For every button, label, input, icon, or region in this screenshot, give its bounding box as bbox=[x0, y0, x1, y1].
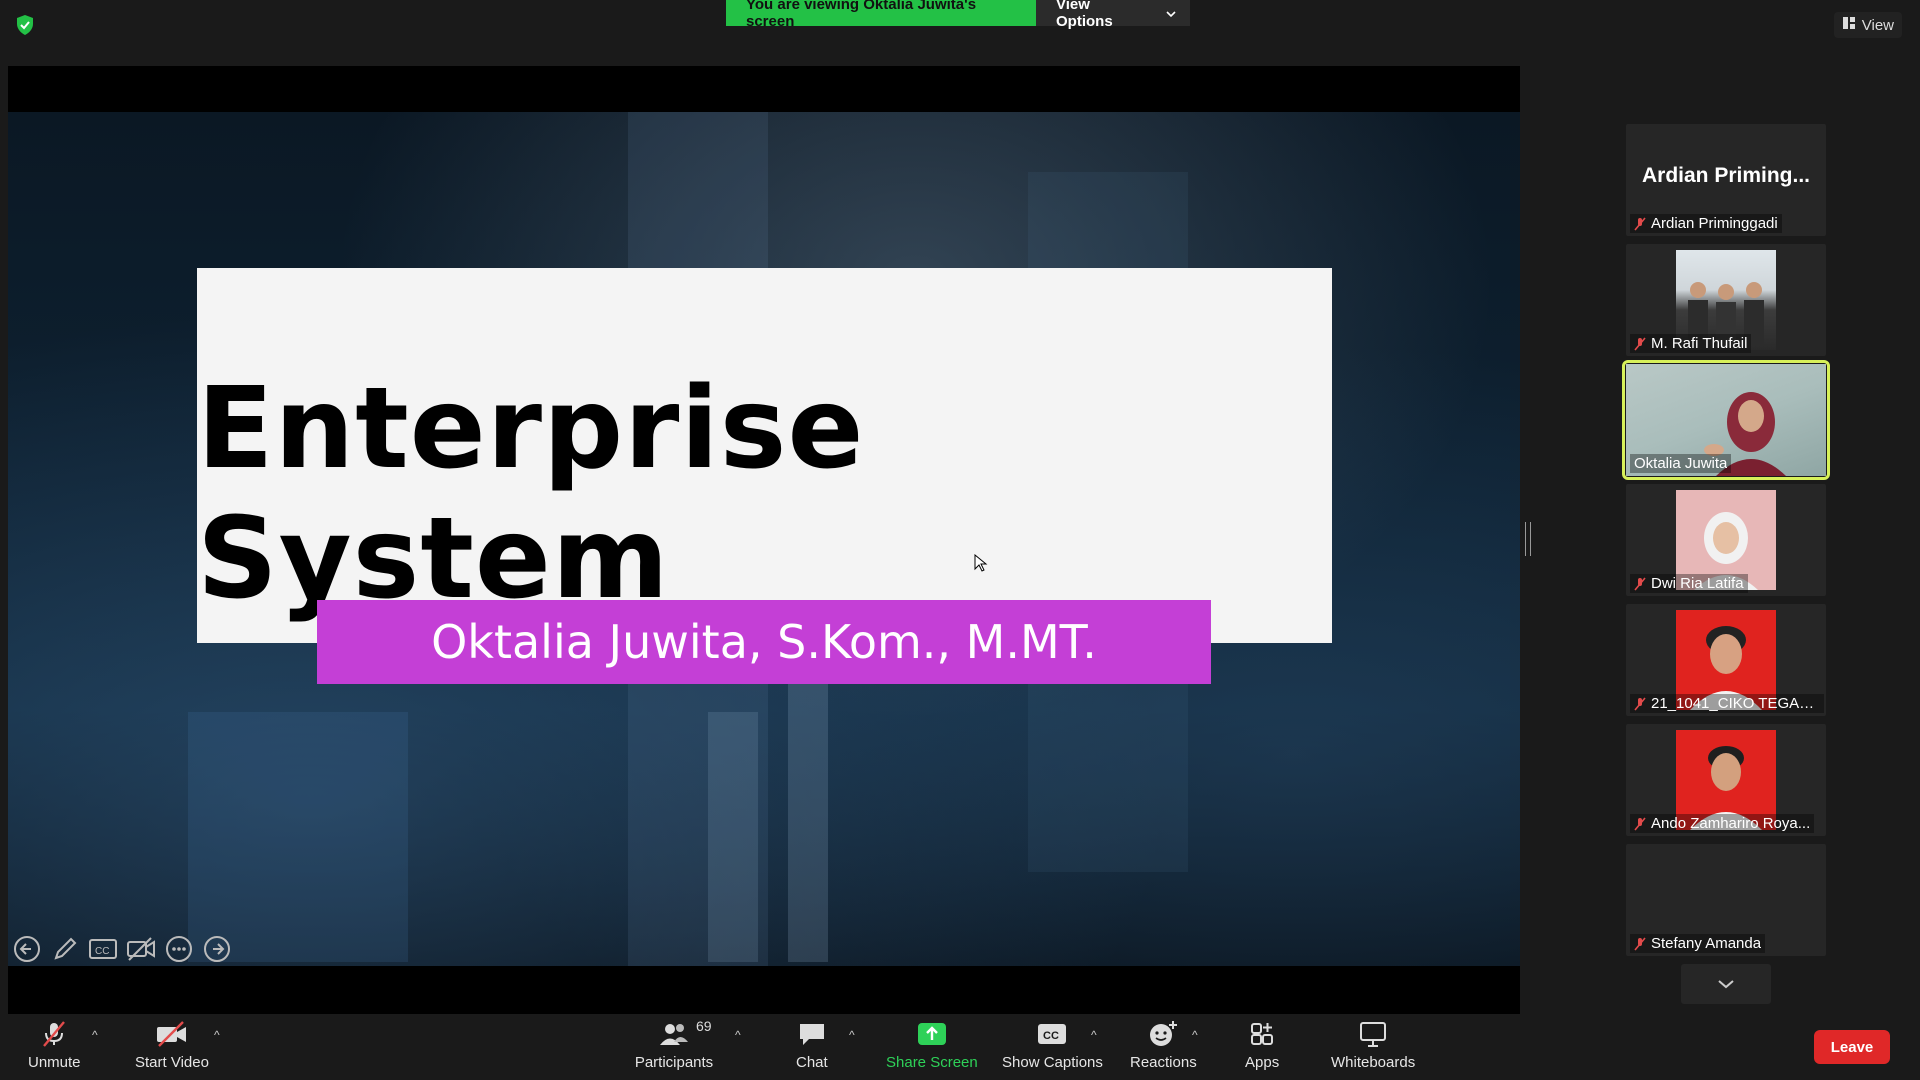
meeting-toolbar: Unmute ^ Start Video ^ 69 Participants ^… bbox=[0, 1014, 1920, 1080]
participant-name-tag: Ando Zamhariro Roya... bbox=[1630, 814, 1815, 833]
view-options-button[interactable]: View Options bbox=[1036, 0, 1190, 30]
video-off-icon bbox=[156, 1021, 186, 1047]
slide-title-card: Enterprise System bbox=[197, 268, 1332, 643]
viewing-screen-label: You are viewing Oktalia Juwita's screen bbox=[726, 0, 1036, 30]
mouse-cursor-icon bbox=[974, 553, 988, 572]
audio-options-caret-icon[interactable]: ^ bbox=[92, 1028, 98, 1042]
grid-layout-icon bbox=[1842, 16, 1856, 34]
previous-slide-icon[interactable] bbox=[12, 934, 42, 964]
participant-tile[interactable]: Dwi Ria Latifa bbox=[1626, 484, 1826, 596]
reactions-options-caret-icon[interactable]: ^ bbox=[1192, 1028, 1198, 1042]
viewing-banner: You are viewing Oktalia Juwita's screen … bbox=[726, 0, 1190, 30]
participants-label: Participants bbox=[634, 1054, 714, 1071]
apps-icon bbox=[1251, 1023, 1274, 1045]
slide-control-bar: CC bbox=[12, 934, 232, 964]
whiteboards-label: Whiteboards bbox=[1331, 1054, 1416, 1071]
show-captions-button[interactable]: CC Show Captions bbox=[1002, 1020, 1103, 1071]
share-screen-button[interactable]: Share Screen bbox=[886, 1020, 978, 1071]
participant-tile[interactable]: 21_1041_CIKO TEGAR ... bbox=[1626, 604, 1826, 716]
apps-button[interactable]: Apps bbox=[1245, 1020, 1279, 1071]
participant-name-tag: Ardian Priminggadi bbox=[1630, 214, 1782, 233]
participants-count: 69 bbox=[696, 1018, 712, 1034]
participant-tile[interactable]: Ardian Priming... Ardian Priminggadi bbox=[1626, 124, 1826, 236]
chevron-down-icon bbox=[1166, 5, 1176, 22]
view-options-label: View Options bbox=[1056, 0, 1113, 30]
start-video-button[interactable]: Start Video bbox=[135, 1020, 209, 1071]
subtitles-icon[interactable]: CC bbox=[88, 934, 118, 964]
mic-off-icon bbox=[43, 1021, 66, 1047]
participant-gallery: Ardian Priming... Ardian Priminggadi M. … bbox=[1622, 124, 1830, 1004]
apps-label: Apps bbox=[1245, 1054, 1280, 1071]
participant-name-tag: M. Rafi Thufail bbox=[1630, 334, 1752, 353]
participant-name-tag: 21_1041_CIKO TEGAR ... bbox=[1630, 694, 1824, 713]
view-layout-button[interactable]: View bbox=[1833, 12, 1902, 38]
leave-meeting-button[interactable]: Leave bbox=[1814, 1030, 1890, 1064]
participant-tile[interactable]: M. Rafi Thufail bbox=[1626, 244, 1826, 356]
participants-icon bbox=[660, 1024, 688, 1045]
pen-icon[interactable] bbox=[50, 934, 80, 964]
share-screen-icon bbox=[917, 1023, 946, 1045]
slide-subtitle-bar: Oktalia Juwita, S.Kom., M.MT. bbox=[317, 600, 1211, 684]
reactions-button[interactable]: Reactions bbox=[1130, 1020, 1197, 1071]
participant-tile-active-speaker[interactable]: Oktalia Juwita bbox=[1622, 360, 1830, 480]
captions-icon: CC bbox=[1038, 1024, 1067, 1044]
participants-options-caret-icon[interactable]: ^ bbox=[735, 1028, 741, 1042]
next-slide-icon[interactable] bbox=[202, 934, 232, 964]
whiteboards-button[interactable]: Whiteboards bbox=[1331, 1020, 1415, 1071]
participant-name-tag: Oktalia Juwita bbox=[1630, 454, 1732, 473]
reactions-label: Reactions bbox=[1130, 1054, 1197, 1071]
slide-subtitle: Oktalia Juwita, S.Kom., M.MT. bbox=[431, 615, 1097, 669]
participant-tile[interactable]: Stefany Amanda bbox=[1626, 844, 1826, 956]
show-captions-label: Show Captions bbox=[1002, 1054, 1103, 1071]
participants-button[interactable]: 69 Participants bbox=[634, 1018, 714, 1071]
camera-off-icon[interactable] bbox=[126, 934, 156, 964]
start-video-label: Start Video bbox=[135, 1054, 209, 1071]
participant-display-name: Ardian Priming... bbox=[1641, 164, 1811, 187]
reactions-icon bbox=[1150, 1021, 1178, 1046]
captions-options-caret-icon[interactable]: ^ bbox=[1091, 1028, 1097, 1042]
mic-off-icon bbox=[1634, 576, 1646, 591]
svg-text:CC: CC bbox=[95, 946, 109, 957]
share-screen-label: Share Screen bbox=[886, 1054, 978, 1071]
svg-text:CC: CC bbox=[1043, 1030, 1059, 1042]
view-label: View bbox=[1861, 16, 1894, 34]
security-shield-icon[interactable] bbox=[14, 14, 36, 36]
more-options-icon[interactable] bbox=[164, 934, 194, 964]
gallery-scroll-down-button[interactable] bbox=[1681, 964, 1771, 1004]
chevron-down-icon bbox=[1718, 980, 1734, 989]
participant-tile[interactable]: Ando Zamhariro Roya... bbox=[1626, 724, 1826, 836]
whiteboard-icon bbox=[1360, 1022, 1387, 1047]
participant-name-tag: Stefany Amanda bbox=[1630, 934, 1766, 953]
chat-button[interactable]: Chat bbox=[796, 1020, 828, 1071]
resize-handle[interactable] bbox=[1525, 522, 1531, 556]
participant-name-tag: Dwi Ria Latifa bbox=[1630, 574, 1748, 593]
mic-off-icon bbox=[1634, 816, 1646, 831]
mic-off-icon bbox=[1634, 936, 1646, 951]
shared-screen: Enterprise System Oktalia Juwita, S.Kom.… bbox=[8, 66, 1520, 1014]
chat-label: Chat bbox=[796, 1054, 828, 1071]
unmute-button[interactable]: Unmute bbox=[28, 1020, 81, 1071]
chat-icon bbox=[799, 1024, 824, 1045]
mic-off-icon bbox=[1634, 216, 1646, 231]
mic-off-icon bbox=[1634, 336, 1646, 351]
mic-off-icon bbox=[1634, 696, 1646, 711]
video-options-caret-icon[interactable]: ^ bbox=[214, 1028, 220, 1042]
unmute-label: Unmute bbox=[28, 1054, 81, 1071]
chat-options-caret-icon[interactable]: ^ bbox=[849, 1028, 855, 1042]
